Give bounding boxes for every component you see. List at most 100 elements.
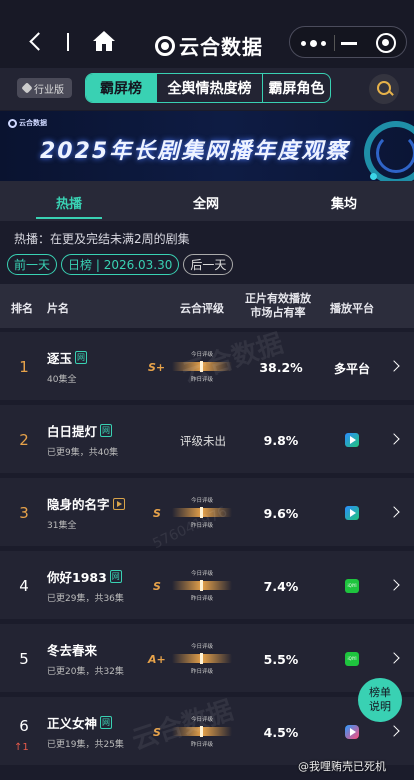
banner-title: 2025年长剧集网播年度观察 [40,139,350,164]
sub-tab-bar: 热播 全网 集均 [0,181,414,221]
episode-info: 已更20集，共32集 [47,667,124,677]
diamond-icon [21,82,33,94]
fab-line1: 榜单 [369,686,391,699]
title-line: 正义女神 网 [47,713,113,732]
title-line: 白日提灯 网 [47,421,113,440]
tab-hot[interactable]: 热播 [29,193,109,212]
rank-number: 2 [19,431,29,449]
chevron-right-icon[interactable] [388,506,400,518]
annual-report-banner[interactable]: 云合数据 2025年长剧集网播年度观察 [0,111,414,181]
meter-today-label: 今日评级 [190,644,213,650]
meter-yesterday-label: 昨日评级 [190,596,213,602]
table-row[interactable]: 4 你好1983 网 已更29集，共36集 S 今日评级 昨日评级 7.4% i… [0,551,414,619]
chevron-right-icon[interactable] [388,360,400,372]
platform-label: 多平台 [334,362,371,376]
fab-line2: 说明 [369,700,391,713]
title-line: 隐身的名字 [47,494,125,513]
grade-value: S [153,507,161,520]
title-line: 冬去春来 [47,640,97,659]
grade-value: S [153,580,161,593]
minimize-icon[interactable] [341,42,357,45]
rank-number: 3 [19,504,29,522]
nav-divider [67,33,69,51]
episode-info: 已更19集，共25集 [47,740,124,750]
chevron-right-icon[interactable] [388,725,400,737]
play-tag-icon [112,497,125,510]
next-day-button[interactable]: 后一天 [183,254,234,275]
tab-screen-dominance[interactable]: 霸屏榜 [86,74,156,102]
banner-decoration-arc [376,133,414,173]
meter-today-label: 今日评级 [190,571,213,577]
rank-number: 1 [19,358,29,376]
table-row[interactable]: 2 白日提灯 网 已更9集，共40集 评级未出 9.8% [0,405,414,473]
date-selector: 前一天 日榜 | 2026.03.30 后一天 [7,254,234,276]
tab-per-episode[interactable]: 集均 [304,193,384,212]
ranking-tab-group: 霸屏榜 全舆情热度榜 霸屏角色 [85,73,331,103]
show-title: 你好1983 [47,570,107,585]
market-share: 7.4% [263,579,299,594]
header-title: 片名 [47,302,69,315]
banner-decoration-dot [370,173,377,180]
tab-dominant-characters[interactable]: 霸屏角色 [262,74,330,102]
show-title: 隐身的名字 [47,497,110,512]
meter-marker [200,580,203,591]
rank-number: 6 [19,717,29,735]
episode-info: 已更9集，共40集 [47,448,119,458]
grade-value: S+ [148,361,166,374]
youku-icon [345,725,359,739]
iqiyi-icon: iQIYI [345,652,359,666]
net-drama-tag: 网 [100,716,113,729]
banner-brand: 云合数据 [8,118,47,128]
show-title: 白日提灯 [47,424,98,439]
table-header: 排名 片名 云合评级 正片有效播放 市场占有率 播放平台 [0,284,414,328]
header-rank: 排名 [11,302,33,315]
back-arrow-icon[interactable] [24,30,48,54]
tencent-video-icon [345,433,359,447]
chevron-right-icon[interactable] [388,579,400,591]
search-icon[interactable] [369,74,399,104]
close-target-icon[interactable] [376,33,396,53]
category-bar: 行业版 霸屏榜 全舆情热度榜 霸屏角色 [0,68,414,110]
show-title: 正义女神 [47,716,98,731]
meter-yesterday-label: 昨日评级 [190,669,213,675]
header-platform: 播放平台 [330,302,374,315]
chevron-right-icon[interactable] [388,433,400,445]
industry-badge[interactable]: 行业版 [17,78,72,98]
tab-all-network[interactable]: 全网 [166,193,246,212]
capsule-divider [334,35,335,51]
iqiyi-icon: iQIYI [345,579,359,593]
show-title: 逐玉 [47,351,73,366]
tab-public-opinion-heat[interactable]: 全舆情热度榜 [156,74,262,102]
header-share: 正片有效播放 市场占有率 [245,292,311,320]
episode-info: 40集全 [47,375,77,385]
prev-day-button[interactable]: 前一天 [7,254,58,275]
header-share-line2: 市场占有率 [250,306,306,319]
table-row[interactable]: 5 冬去春来 已更20集，共32集 A+ 今日评级 昨日评级 5.5% iQIY… [0,624,414,692]
market-share: 9.6% [263,506,299,521]
grade-pending: 评级未出 [180,434,226,448]
chevron-right-icon[interactable] [388,652,400,664]
current-date-button[interactable]: 日榜 | 2026.03.30 [61,254,180,275]
grade-meter: 今日评级 昨日评级 [170,569,234,603]
app-title: 云合数据 [179,35,263,59]
header-grade: 云合评级 [180,302,224,315]
top-nav-bar: 云合数据 [0,0,414,68]
more-dots-icon[interactable] [298,36,328,50]
net-drama-tag: 网 [100,424,113,437]
home-icon[interactable] [92,30,116,52]
weibo-watermark: @我哩贿壳已死机 [298,760,386,773]
meter-marker [200,653,203,664]
tencent-video-icon [345,506,359,520]
net-drama-tag: 网 [109,570,122,583]
episode-info: 已更29集，共36集 [47,594,124,604]
ranking-explanation-button[interactable]: 榜单 说明 [358,678,402,722]
industry-badge-label: 行业版 [34,84,64,96]
market-share: 9.8% [263,433,299,448]
header-share-line1: 正片有效播放 [245,292,311,305]
market-share: 5.5% [263,652,299,667]
meter-today-label: 今日评级 [190,498,213,504]
yunhe-logo-icon [155,35,175,56]
episode-info: 31集全 [47,521,77,531]
market-share: 4.5% [263,725,299,740]
rank-number: 5 [19,650,29,668]
